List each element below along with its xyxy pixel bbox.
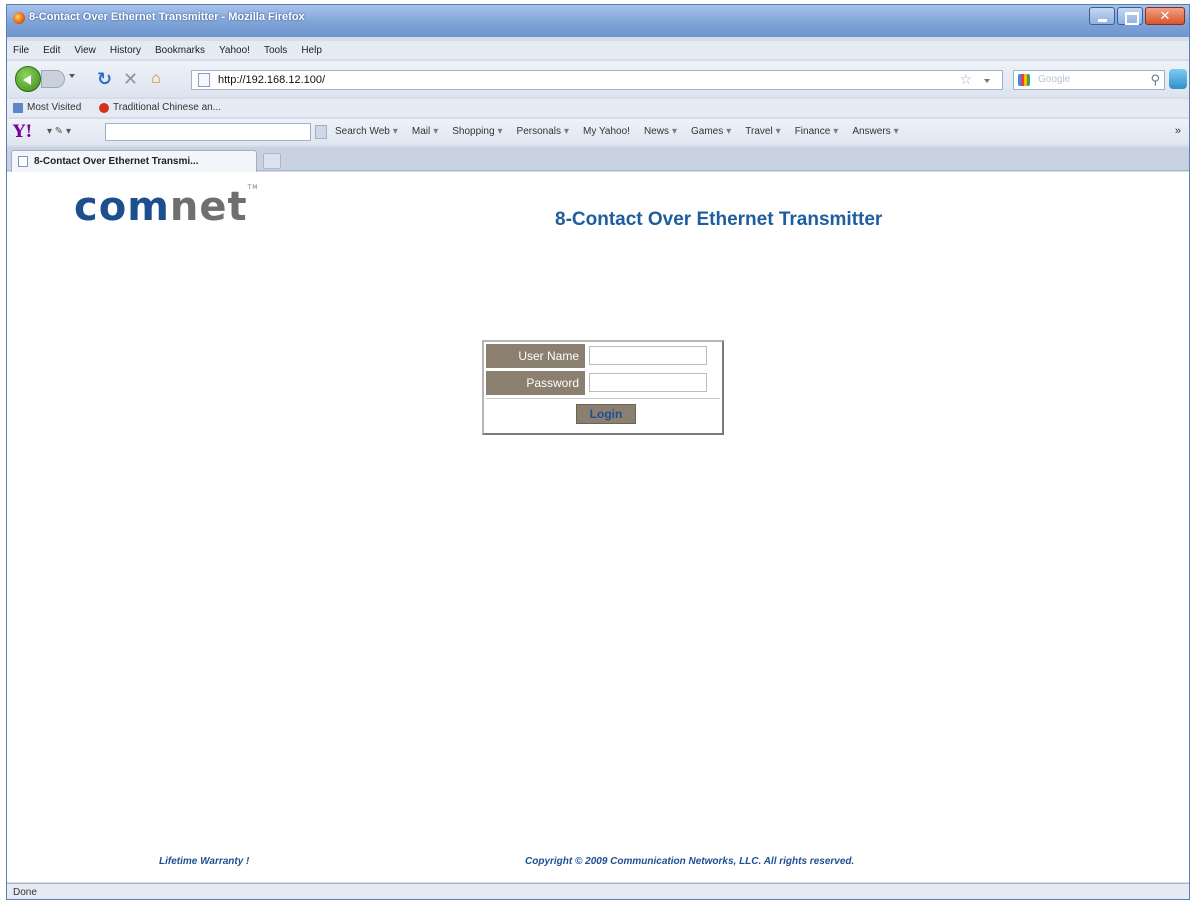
search-placeholder: Google <box>1038 74 1071 85</box>
bookmark-label: Traditional Chinese an... <box>113 102 222 113</box>
yahoo-travel[interactable]: Travel ▾ <box>745 126 780 137</box>
url-text[interactable]: http://192.168.12.100/ <box>218 74 325 86</box>
tab-label: 8-Contact Over Ethernet Transmi... <box>34 156 199 167</box>
yahoo-answers[interactable]: Answers ▾ <box>852 126 898 137</box>
username-input[interactable] <box>589 346 707 365</box>
back-button[interactable] <box>15 66 41 92</box>
menu-bookmarks[interactable]: Bookmarks <box>155 45 205 56</box>
status-bar: Done <box>7 883 1189 899</box>
bookmark-star-icon[interactable]: ☆ <box>959 71 972 88</box>
bookmark-label: Most Visited <box>27 102 82 113</box>
bookmarks-bar: Most Visited Traditional Chinese an... <box>7 99 1189 117</box>
password-row: Password <box>486 371 720 395</box>
tab-strip: 8-Contact Over Ethernet Transmi... <box>7 147 1189 172</box>
minimize-button[interactable] <box>1089 7 1115 25</box>
bookmark-traditional-chinese[interactable]: Traditional Chinese an... <box>99 102 221 113</box>
bookmark-icon <box>13 102 23 113</box>
yahoo-logo[interactable]: Y! <box>13 122 33 142</box>
password-label: Password <box>486 371 585 395</box>
yahoo-search-dropdown[interactable] <box>315 125 327 139</box>
yahoo-toolbar: Y! ▾ ✎ ▾ Search Web ▾ Mail ▾ Shopping ▾ Per… <box>7 119 1189 145</box>
close-icon: ✕ <box>1159 8 1171 23</box>
search-icon[interactable]: ⚲ <box>1150 72 1160 88</box>
menu-file[interactable]: File <box>13 45 29 56</box>
url-dropdown-icon[interactable] <box>984 79 990 83</box>
pencil-icon[interactable]: ▾ ✎ ▾ <box>47 126 71 137</box>
password-input[interactable] <box>589 373 707 392</box>
login-button[interactable]: Login <box>576 404 636 424</box>
window-controls: ✕ <box>1087 7 1185 25</box>
maximize-button[interactable] <box>1117 7 1143 25</box>
yahoo-mail[interactable]: Mail ▾ <box>412 126 438 137</box>
tab-active[interactable]: 8-Contact Over Ethernet Transmi... <box>11 150 257 172</box>
menu-bar: File Edit View History Bookmarks Yahoo! … <box>7 41 1189 59</box>
yahoo-toolbar-items: Search Web ▾ Mail ▾ Shopping ▾ Personals ▾ M… <box>335 126 913 137</box>
yahoo-finance[interactable]: Finance ▾ <box>795 126 839 137</box>
menu-view[interactable]: View <box>74 45 96 56</box>
bookmark-most-visited[interactable]: Most Visited <box>13 102 81 113</box>
menu-help[interactable]: Help <box>301 45 322 56</box>
yahoo-shopping[interactable]: Shopping ▾ <box>452 126 502 137</box>
reload-icon[interactable]: ↻ <box>97 69 112 89</box>
search-box[interactable]: Google ⚲ <box>1013 70 1165 90</box>
firefox-icon <box>13 12 25 24</box>
status-text: Done <box>13 887 37 898</box>
navigation-toolbar: ↻ ✕ ⌂ http://192.168.12.100/ ☆ Google ⚲ <box>7 61 1189 97</box>
menu-yahoo[interactable]: Yahoo! <box>219 45 250 56</box>
login-button-row: Login <box>486 398 720 428</box>
logo-tm: TM <box>247 184 259 191</box>
window-title: 8-Contact Over Ethernet Transmitter - Mo… <box>29 11 305 23</box>
menu-edit[interactable]: Edit <box>43 45 60 56</box>
bookmark-icon <box>99 102 109 113</box>
google-icon[interactable] <box>1018 74 1030 86</box>
warranty-text: Lifetime Warranty ! <box>159 856 250 867</box>
close-button[interactable]: ✕ <box>1145 7 1185 25</box>
username-label: User Name <box>486 344 585 368</box>
yahoo-personals[interactable]: Personals ▾ <box>517 126 570 137</box>
yahoo-my-yahoo[interactable]: My Yahoo! <box>583 126 630 137</box>
addon-icon[interactable] <box>1169 69 1187 89</box>
login-form: User Name Password Login <box>482 340 724 435</box>
stop-icon[interactable]: ✕ <box>123 69 138 89</box>
logo-com: com <box>74 184 170 230</box>
home-icon[interactable]: ⌂ <box>151 69 161 89</box>
tab-page-icon <box>18 156 28 167</box>
history-dropdown-icon[interactable] <box>69 74 75 78</box>
toolbar-overflow-icon[interactable]: » <box>1175 125 1181 137</box>
yahoo-search-input[interactable] <box>105 123 311 141</box>
page-content: comnetTM 8-Contact Over Ethernet Transmi… <box>7 172 1189 882</box>
url-bar[interactable]: http://192.168.12.100/ ☆ <box>191 70 1003 90</box>
title-bar: 8-Contact Over Ethernet Transmitter - Mo… <box>7 5 1189 37</box>
yahoo-games[interactable]: Games ▾ <box>691 126 731 137</box>
yahoo-news[interactable]: News ▾ <box>644 126 677 137</box>
menu-tools[interactable]: Tools <box>264 45 287 56</box>
menu-history[interactable]: History <box>110 45 141 56</box>
page-icon <box>198 73 210 87</box>
forward-button[interactable] <box>41 70 65 88</box>
comnet-logo: comnetTM <box>74 184 258 230</box>
copyright-text: Copyright © 2009 Communication Networks,… <box>525 856 855 867</box>
page-title: 8-Contact Over Ethernet Transmitter <box>555 209 883 230</box>
username-row: User Name <box>486 344 720 368</box>
yahoo-search-web[interactable]: Search Web ▾ <box>335 126 398 137</box>
new-tab-button[interactable] <box>263 153 281 169</box>
browser-window: 8-Contact Over Ethernet Transmitter - Mo… <box>6 4 1190 900</box>
logo-net: net <box>169 184 248 230</box>
